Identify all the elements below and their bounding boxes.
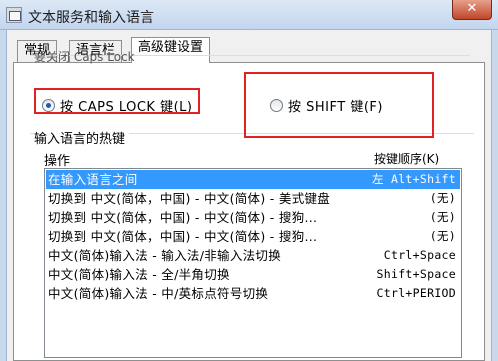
column-header-key-sequence: 按键顺序(K) [374, 152, 440, 166]
hotkey-group-label: 输入语言的热键 [34, 128, 130, 147]
list-item-action: 切换到 中文(简体，中国) - 中文(简体) - 搜狗... [48, 229, 318, 244]
list-item[interactable]: 中文(简体)输入法 - 全/半角切换 Shift+Space [46, 265, 460, 284]
list-item[interactable]: 在输入语言之间 左 Alt+Shift [46, 170, 460, 189]
hotkey-list[interactable]: 在输入语言之间 左 Alt+Shift 切换到 中文(简体，中国) - 中文(简… [44, 168, 462, 358]
column-header-action: 操作 [44, 154, 71, 169]
list-item-key: 左 Alt+Shift [371, 172, 456, 186]
list-item-action: 在输入语言之间 [48, 172, 138, 187]
title-bar[interactable]: 文本服务和输入语言 ✕ [0, 0, 498, 30]
highlight-box-caps [34, 88, 200, 114]
list-item[interactable]: 切换到 中文(简体，中国) - 中文(简体) - 美式键盘 (无) [46, 189, 460, 208]
list-item[interactable]: 中文(简体)输入法 - 输入法/非输入法切换 Ctrl+Space [46, 246, 460, 265]
list-item-action: 中文(简体)输入法 - 输入法/非输入法切换 [48, 248, 282, 263]
close-button[interactable]: ✕ [452, 0, 492, 20]
list-item-key: Ctrl+Space [383, 248, 456, 262]
highlight-box-shift [244, 72, 434, 138]
list-item-key: Shift+Space [376, 267, 456, 281]
list-item-key: (无) [429, 191, 456, 205]
list-item-key: (无) [429, 210, 456, 224]
list-item-action: 中文(简体)输入法 - 中/英标点符号切换 [48, 286, 269, 301]
list-item-key: Ctrl+PERIOD [376, 286, 456, 300]
list-item[interactable]: 切换到 中文(简体，中国) - 中文(简体) - 搜狗... (无) [46, 208, 460, 227]
caps-lock-group-label: 要关闭 Caps Lock [34, 50, 135, 64]
list-item-action: 中文(简体)输入法 - 全/半角切换 [48, 267, 230, 282]
keyboard-icon [6, 7, 22, 23]
list-item[interactable]: 切换到 中文(简体，中国) - 中文(简体) - 搜狗... (无) [46, 227, 460, 246]
window-title: 文本服务和输入语言 [28, 10, 154, 26]
list-item-action: 切换到 中文(简体，中国) - 中文(简体) - 美式键盘 [48, 191, 331, 206]
list-item[interactable]: 中文(简体)输入法 - 中/英标点符号切换 Ctrl+PERIOD [46, 284, 460, 303]
list-item-action: 切换到 中文(简体，中国) - 中文(简体) - 搜狗... [48, 210, 318, 225]
list-item-key: (无) [429, 229, 456, 243]
